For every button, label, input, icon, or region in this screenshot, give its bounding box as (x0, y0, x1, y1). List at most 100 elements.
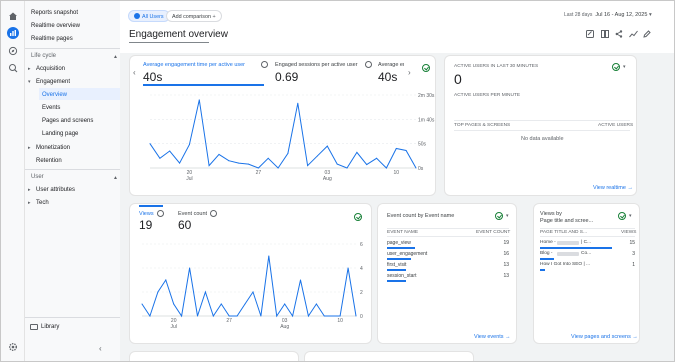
edit-pencil-icon[interactable] (643, 30, 651, 38)
comparison-chip[interactable]: All Users (128, 10, 170, 22)
pages-col-views: VIEWS (621, 230, 637, 235)
check-circle-icon[interactable] (618, 212, 626, 220)
divider (540, 228, 635, 229)
event-count-tab[interactable]: Event count (178, 211, 207, 217)
nav-overview[interactable]: Overview (42, 90, 67, 101)
collapse-sidebar-chevron-icon[interactable]: ‹ (99, 344, 102, 353)
view-pages-label: View pages and screens (571, 334, 631, 340)
check-circle-icon[interactable] (612, 63, 620, 71)
dropdown-icon[interactable]: ▾ (623, 64, 626, 70)
check-circle-icon[interactable] (422, 64, 430, 72)
nav-retention[interactable]: Retention (36, 156, 62, 167)
nav-engagement[interactable]: Engagement (36, 77, 70, 88)
customize-report-icon[interactable] (586, 30, 594, 38)
data-point (228, 315, 230, 317)
realtime-title: ACTIVE USERS IN LAST 30 MINUTES (454, 64, 539, 69)
views-tab[interactable]: Views (139, 211, 154, 217)
nav-realtime-pages[interactable]: Realtime pages (31, 34, 73, 45)
advertising-icon[interactable] (7, 62, 19, 74)
help-icon[interactable] (261, 61, 268, 68)
help-icon[interactable] (157, 210, 164, 217)
nav-library[interactable]: Library (41, 322, 59, 333)
metric-avg-engagement-time-label[interactable]: Average engagement time per active user (143, 62, 245, 68)
expand-chevron-icon[interactable]: ▸ (28, 145, 31, 151)
collapse-section-chevron-icon[interactable]: ▲ (113, 175, 118, 181)
share-icon[interactable] (615, 30, 623, 38)
check-circle-icon[interactable] (354, 213, 362, 221)
expand-chevron-icon[interactable]: ▸ (28, 187, 31, 193)
add-comparison-button[interactable]: Add comparison + (166, 10, 222, 22)
view-events-link[interactable]: View events → (474, 334, 511, 340)
realtime-col-pages: TOP PAGES & SCREENS (454, 123, 511, 128)
event-col-count: EVENT COUNT (476, 230, 511, 235)
x-tick-month-label: Aug (280, 324, 289, 330)
calendar-dropdown-icon: ▾ (648, 12, 652, 18)
data-point (212, 315, 214, 317)
nav-tech[interactable]: Tech (36, 198, 49, 209)
series-line (149, 99, 417, 169)
data-point (385, 167, 387, 169)
nav-reports-snapshot[interactable]: Reports snapshot (31, 8, 78, 19)
next-card-right (304, 351, 474, 361)
nav-landing-page[interactable]: Landing page (42, 129, 78, 140)
table-row[interactable]: user_engagement 16 (387, 251, 509, 261)
insights-icon[interactable] (629, 30, 638, 38)
divider (454, 120, 630, 121)
redacted-text (557, 252, 579, 256)
nav-acquisition[interactable]: Acquisition (36, 64, 65, 75)
metric-engaged-sessions-label[interactable]: Engaged sessions per active user (275, 62, 358, 68)
table-row[interactable]: first_visit 13 (387, 262, 509, 272)
data-point (208, 165, 210, 167)
help-icon[interactable] (365, 61, 372, 68)
metric-selected-underline (143, 84, 264, 86)
data-point (189, 267, 191, 269)
collapse-chevron-icon[interactable]: ▾ (28, 79, 31, 85)
home-icon[interactable] (7, 10, 19, 22)
plus-icon: + (212, 14, 216, 20)
metric-avg-eng-label[interactable]: Average eng (378, 62, 404, 68)
scroll-left-chevron-icon[interactable]: ‹ (133, 68, 136, 77)
y-tick-label: 0 (360, 314, 363, 320)
event-count-bar (387, 258, 411, 260)
nav-realtime-overview[interactable]: Realtime overview (31, 21, 80, 32)
explore-icon[interactable] (7, 45, 19, 57)
y-tick-label: 1m 40s (418, 117, 435, 123)
dropdown-icon[interactable]: ▾ (506, 213, 509, 219)
data-point (260, 315, 262, 317)
data-point (366, 164, 368, 166)
data-point (287, 152, 289, 154)
nav-divider (25, 48, 120, 49)
table-row[interactable]: session_start 13 (387, 273, 509, 283)
table-row[interactable]: How I Got Into SEO | ... 1 (540, 262, 635, 272)
nav-pages-and-screens[interactable]: Pages and screens (42, 116, 93, 127)
dropdown-icon[interactable]: ▾ (629, 213, 632, 219)
table-row[interactable]: Blog - Co... 3 (540, 251, 635, 261)
metric-engaged-sessions-value: 0.69 (275, 70, 299, 84)
series-line (141, 255, 357, 318)
event-count-card: Event count by Event name ▾ EVENT NAME E… (377, 203, 517, 344)
scroll-right-chevron-icon[interactable]: › (408, 68, 411, 77)
realtime-empty-message: No data available (521, 136, 564, 142)
view-realtime-link[interactable]: View realtime → (593, 185, 633, 191)
view-pages-link[interactable]: View pages and screens → (571, 334, 638, 340)
nav-monetization[interactable]: Monetization (36, 143, 70, 154)
data-point (405, 149, 407, 151)
compare-icon[interactable] (601, 30, 609, 38)
next-card-left (129, 351, 299, 361)
table-row[interactable]: page_view 19 (387, 240, 509, 250)
date-range-picker[interactable]: Last 28 days Jul 16 - Aug 12, 2025 ▾ (564, 12, 652, 18)
nav-events[interactable]: Events (42, 103, 60, 114)
nav-section-life-cycle[interactable]: Life cycle (31, 51, 56, 62)
nav-user-attributes[interactable]: User attributes (36, 185, 75, 196)
reports-icon[interactable] (7, 27, 19, 39)
expand-chevron-icon[interactable]: ▸ (28, 66, 31, 72)
nav-section-user[interactable]: User (31, 172, 44, 183)
settings-gear-icon[interactable] (7, 341, 19, 353)
check-circle-icon[interactable] (495, 212, 503, 220)
expand-chevron-icon[interactable]: ▸ (28, 200, 31, 206)
table-row[interactable]: Home - | C... 15 (540, 240, 635, 250)
help-icon[interactable] (210, 210, 217, 217)
page-title-cell: Home - (540, 240, 556, 245)
data-point (248, 163, 250, 165)
collapse-section-chevron-icon[interactable]: ▲ (113, 54, 118, 60)
